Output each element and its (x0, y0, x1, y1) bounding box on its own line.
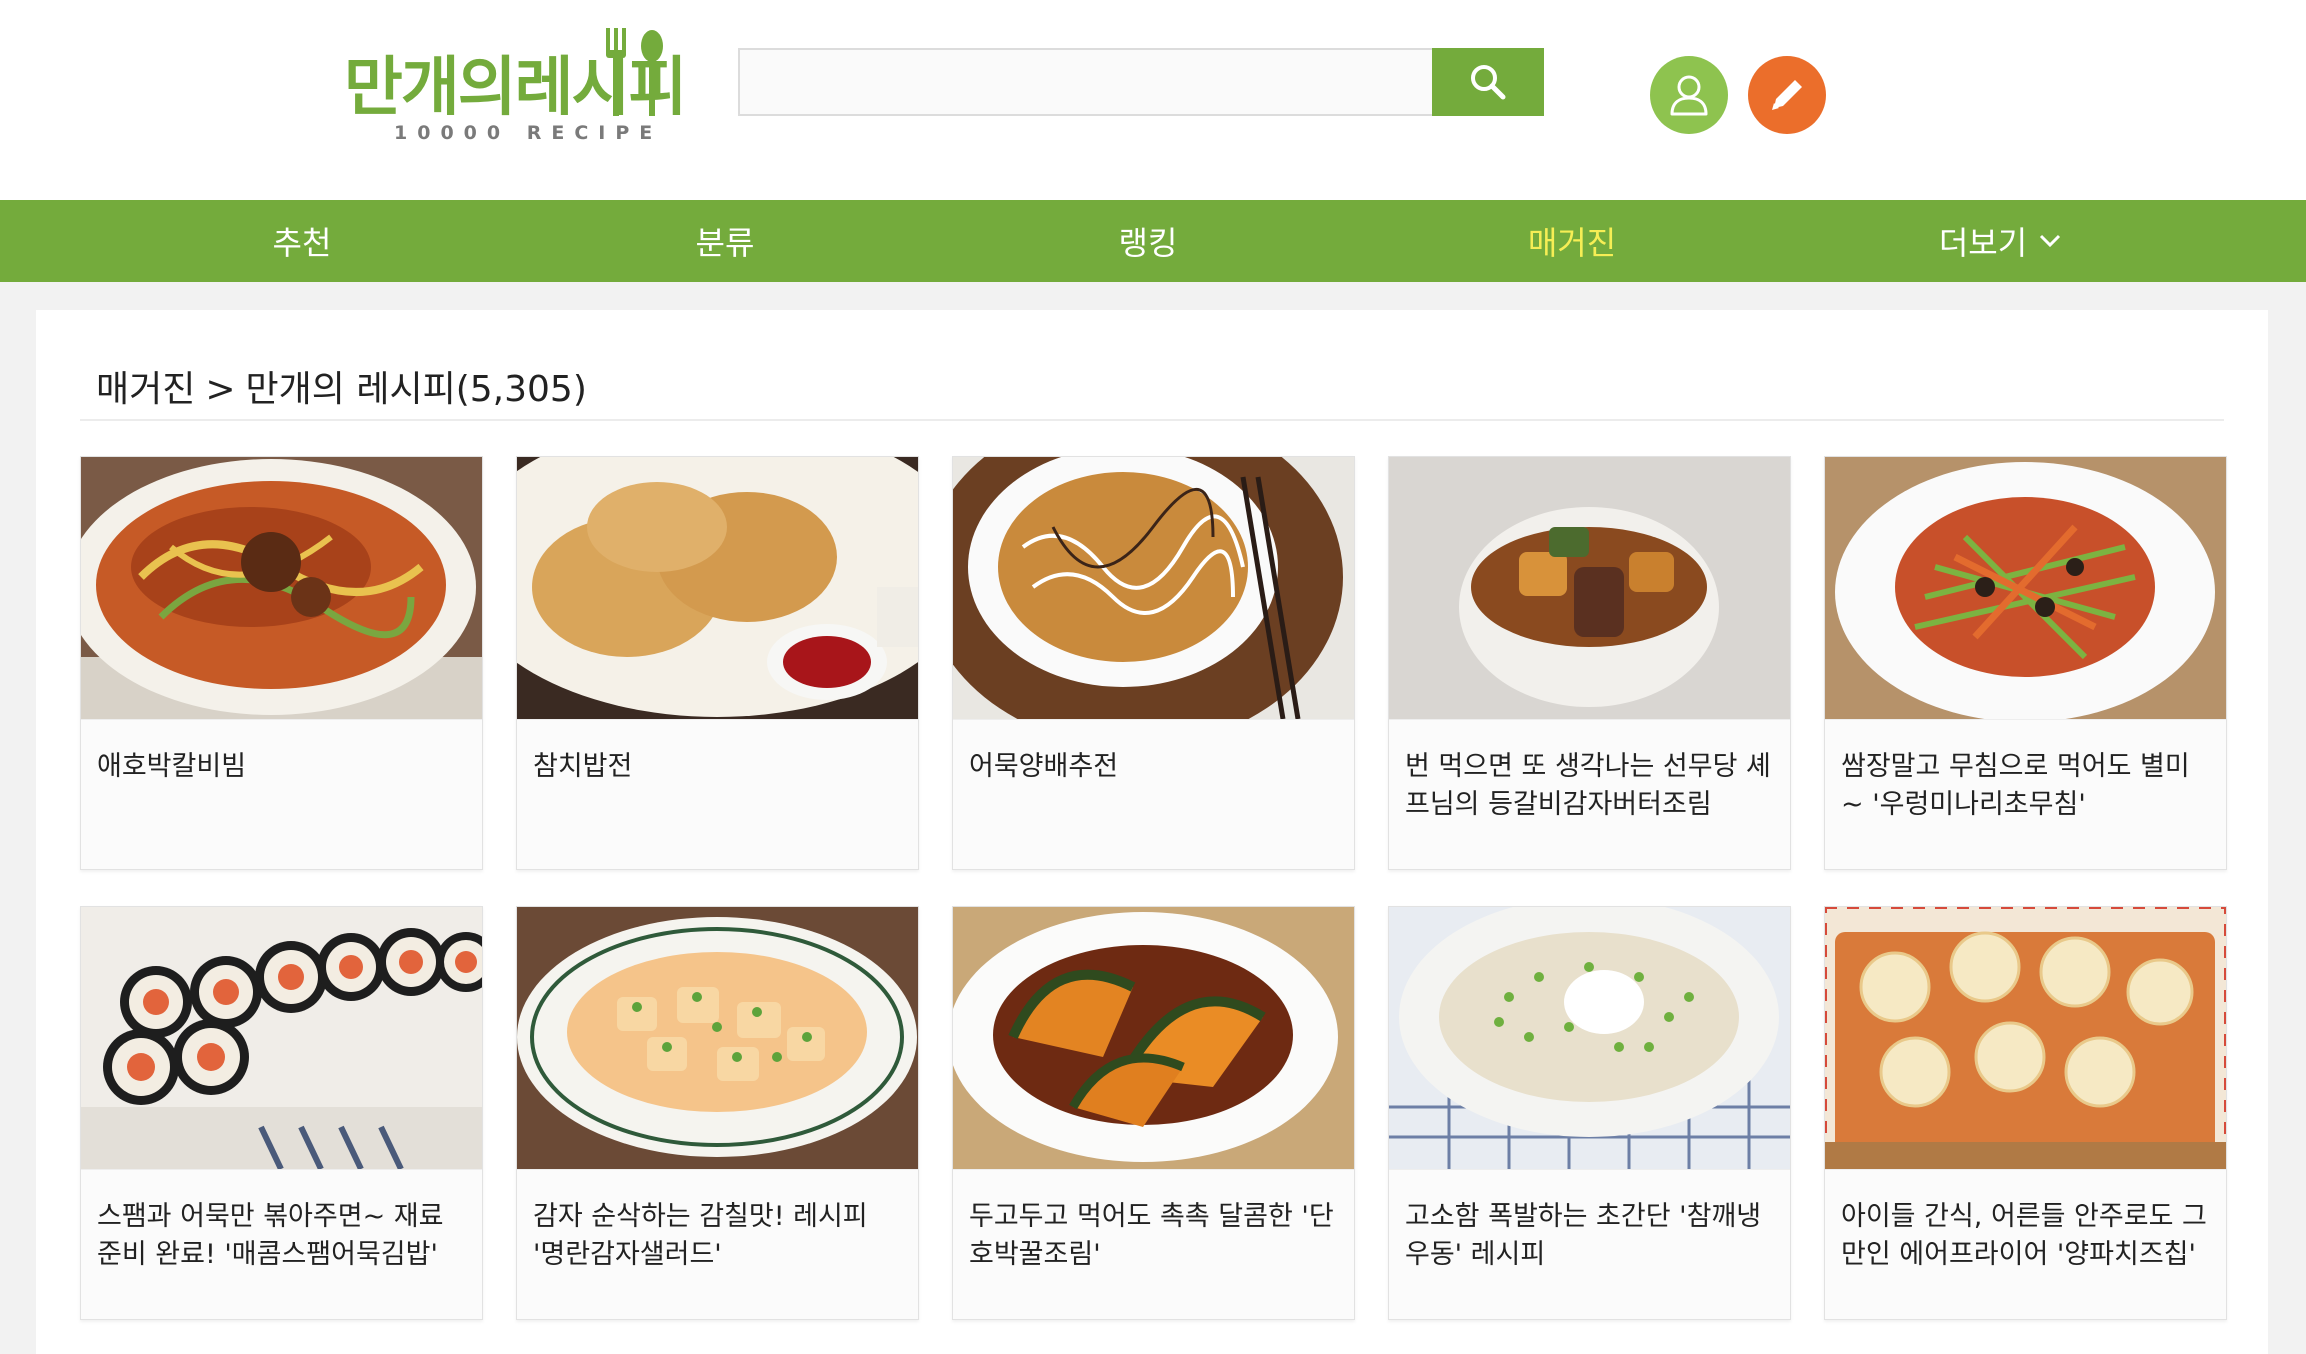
recipe-card[interactable]: 쌈장말고 무침으로 먹어도 별미~ '우렁미나리초무침' (1824, 456, 2227, 870)
recipe-thumbnail (517, 907, 918, 1169)
recipe-thumbnail (1389, 907, 1790, 1169)
recipe-thumbnail (517, 457, 918, 719)
recipe-title: 고소함 폭발하는 초간단 '참깨냉우동' 레시피 (1389, 1169, 1790, 1319)
recipe-title: 참치밥전 (517, 719, 918, 869)
recipe-thumbnail (81, 457, 482, 719)
nav-item-category[interactable]: 분류 (545, 200, 905, 282)
search-input[interactable] (738, 48, 1434, 116)
nav-item-more[interactable]: 더보기 (1820, 200, 2180, 282)
recipe-thumbnail (81, 907, 482, 1169)
recipe-card[interactable]: 스팸과 어묵만 볶아주면~ 재료준비 완료! '매콤스팸어묵김밥' (80, 906, 483, 1320)
recipe-title: 아이들 간식, 어른들 안주로도 그만인 에어프라이어 '양파치즈칩' (1825, 1169, 2226, 1319)
recipe-card[interactable]: 고소함 폭발하는 초간단 '참깨냉우동' 레시피 (1388, 906, 1791, 1320)
logo-subtext: 10000 RECIPE (394, 122, 663, 144)
nav-item-label: 랭킹 (1118, 224, 1178, 262)
recipe-card[interactable]: 두고두고 먹어도 촉촉 달콤한 '단호박꿀조림' (952, 906, 1355, 1320)
nav-item-label: 매거진 (1527, 224, 1617, 262)
recipe-thumbnail (953, 457, 1354, 719)
recipe-card[interactable]: 번 먹으면 또 생각나는 선무당 셰프님의 등갈비감자버터조림 (1388, 456, 1791, 870)
user-button[interactable] (1650, 56, 1728, 134)
nav-item-recommend[interactable]: 추천 (122, 200, 482, 282)
recipe-thumbnail (1389, 457, 1790, 719)
write-recipe-button[interactable] (1748, 56, 1826, 134)
nav-item-label: 더보기 (1938, 224, 2028, 262)
breadcrumb-current: 만개의 레시피(5,305) (245, 369, 587, 410)
divider (80, 419, 2224, 421)
nav-item-label: 분류 (695, 224, 755, 262)
nav-item-ranking[interactable]: 랭킹 (968, 200, 1328, 282)
magazine-content: 매거진 > 만개의 레시피(5,305) 애호박칼비빔 참치밥전 어묵양배추전 … (36, 310, 2268, 1354)
search-icon (1471, 65, 1506, 100)
recipe-title: 번 먹으면 또 생각나는 선무당 셰프님의 등갈비감자버터조림 (1389, 719, 1790, 869)
recipe-title: 두고두고 먹어도 촉촉 달콤한 '단호박꿀조림' (953, 1169, 1354, 1319)
recipe-title: 감자 순삭하는 감칠맛! 레시피 '명란감자샐러드' (517, 1169, 918, 1319)
search-button[interactable] (1432, 48, 1544, 116)
recipe-card[interactable]: 아이들 간식, 어른들 안주로도 그만인 에어프라이어 '양파치즈칩' (1824, 906, 2227, 1320)
breadcrumb: 매거진 > 만개의 레시피(5,305) (96, 360, 587, 412)
recipe-title: 스팸과 어묵만 볶아주면~ 재료준비 완료! '매콤스팸어묵김밥' (81, 1169, 482, 1319)
main-nav: 추천 분류 랭킹 매거진 더보기 (0, 200, 2306, 282)
chevron-down-icon (2039, 234, 2061, 248)
nav-item-magazine[interactable]: 매거진 (1392, 200, 1752, 282)
recipe-card[interactable]: 애호박칼비빔 (80, 456, 483, 870)
recipe-card[interactable]: 참치밥전 (516, 456, 919, 870)
pencil-icon (1772, 80, 1802, 110)
breadcrumb-separator: > (205, 369, 236, 410)
recipe-thumbnail (953, 907, 1354, 1169)
recipe-thumbnail (1825, 457, 2226, 719)
fork-spoon-icon (606, 28, 663, 116)
recipe-thumbnail (1825, 907, 2226, 1169)
recipe-card[interactable]: 감자 순삭하는 감칠맛! 레시피 '명란감자샐러드' (516, 906, 919, 1320)
recipe-title: 어묵양배추전 (953, 719, 1354, 869)
recipe-card[interactable]: 어묵양배추전 (952, 456, 1355, 870)
recipe-grid: 애호박칼비빔 참치밥전 어묵양배추전 번 먹으면 또 생각나는 선무당 셰프님의… (80, 456, 2227, 1320)
user-icon (1670, 75, 1708, 116)
site-logo[interactable]: 만개의레시피 10000 RECIPE (340, 28, 687, 148)
recipe-title: 애호박칼비빔 (81, 719, 482, 869)
breadcrumb-section[interactable]: 매거진 (96, 369, 195, 410)
recipe-title: 쌈장말고 무침으로 먹어도 별미~ '우렁미나리초무침' (1825, 719, 2226, 869)
nav-item-label: 추천 (272, 224, 332, 262)
site-header: 만개의레시피 10000 RECIPE (0, 0, 2306, 200)
